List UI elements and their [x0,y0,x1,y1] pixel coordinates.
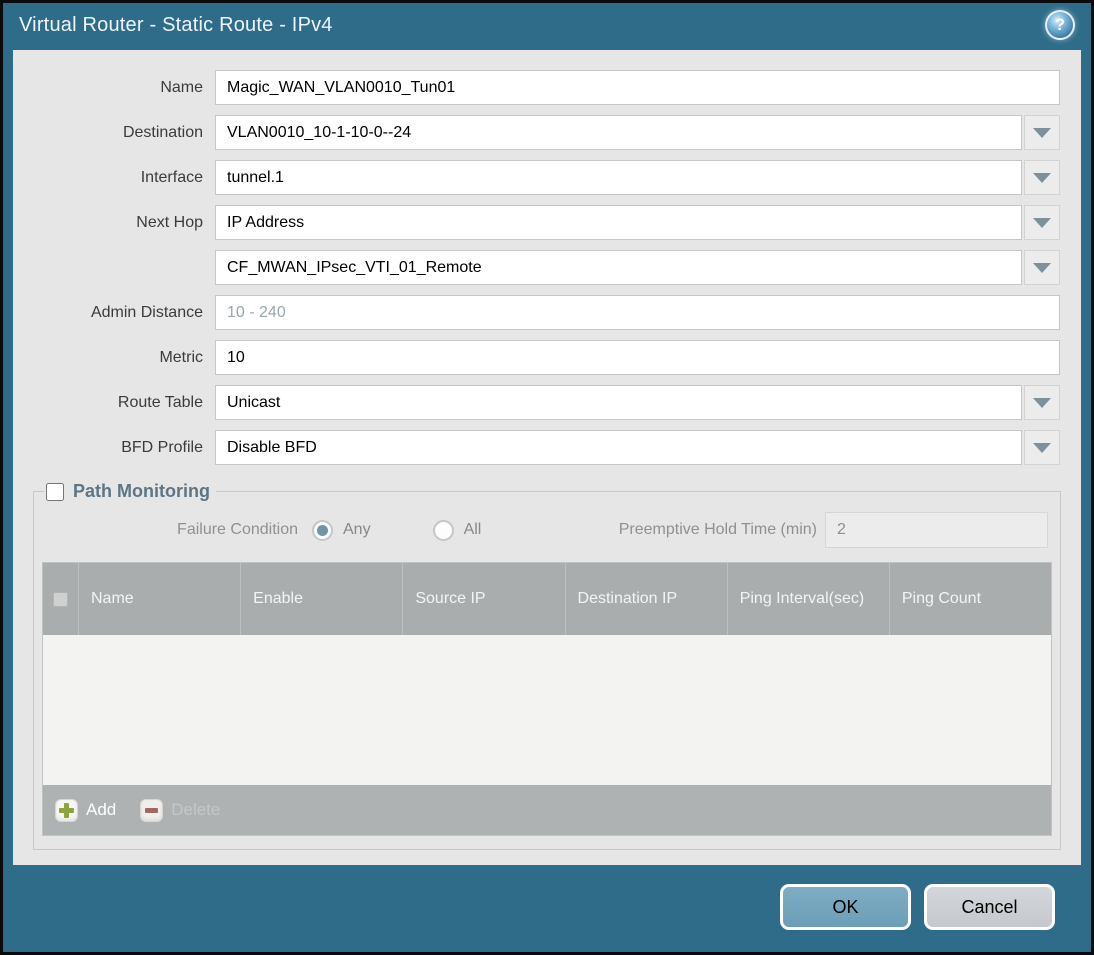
bfd-profile-value[interactable]: Disable BFD [215,430,1022,465]
failure-condition-label: Failure Condition [177,521,298,538]
bfd-profile-label: BFD Profile [121,438,203,456]
bfd-profile-dropdown-button[interactable] [1024,430,1060,465]
destination-dropdown-button[interactable] [1024,115,1060,150]
radio-all-label: All [463,521,482,538]
radio-any-group: Any [312,519,405,541]
column-header-enable: Enable [241,563,404,635]
metric-label: Metric [159,348,203,366]
failure-condition-row: Failure Condition Any All Preemptive Hol… [46,512,1048,548]
admin-distance-label: Admin Distance [90,303,203,321]
route-table-label: Route Table [117,393,203,411]
field-row-next-hop: Next Hop IP Address [34,205,1060,240]
next-hop-address-value[interactable]: CF_MWAN_IPsec_VTI_01_Remote [215,250,1022,285]
next-hop-type-dropdown-button[interactable] [1024,205,1060,240]
cancel-button[interactable]: Cancel [924,884,1055,930]
path-monitoring-table: Name Enable Source IP Destination IP Pin… [42,562,1052,836]
destination-label: Destination [122,123,203,141]
radio-all-group: All [432,519,516,541]
next-hop-type-combo[interactable]: IP Address [215,205,1060,240]
column-header-name: Name [79,563,242,635]
dialog-title: Virtual Router - Static Route - IPv4 [19,13,333,36]
destination-combo[interactable]: VLAN0010_10-1-10-0--24 [215,115,1060,150]
route-table-dropdown-button[interactable] [1024,385,1060,420]
bfd-profile-combo[interactable]: Disable BFD [215,430,1060,465]
radio-all [432,519,454,541]
field-row-interface: Interface tunnel.1 [34,160,1060,195]
destination-value[interactable]: VLAN0010_10-1-10-0--24 [215,115,1022,150]
name-label: Name [160,78,203,96]
chevron-down-icon [1033,217,1051,228]
help-icon[interactable]: ? [1045,10,1075,40]
path-monitoring-legend: Path Monitoring [44,481,216,502]
next-hop-address-dropdown-button[interactable] [1024,250,1060,285]
next-hop-address-combo[interactable]: CF_MWAN_IPsec_VTI_01_Remote [215,250,1060,285]
field-row-admin-distance: Admin Distance [34,295,1060,330]
select-all-checkbox [53,591,68,607]
field-row-name: Name [34,70,1060,105]
minus-icon [140,798,164,822]
metric-input[interactable] [215,340,1060,375]
chevron-down-icon [1033,442,1051,453]
add-button-label: Add [86,800,117,819]
column-header-ping-count: Ping Count [901,590,982,608]
radio-any-label: Any [343,521,371,538]
name-input[interactable] [215,70,1060,105]
plus-icon [55,798,78,822]
field-row-bfd-profile: BFD Profile Disable BFD [34,430,1060,465]
field-row-metric: Metric [34,340,1060,375]
table-body-empty [43,635,1051,785]
chevron-down-icon [1033,172,1051,183]
chevron-down-icon [1033,127,1051,138]
table-toolbar: Add Delete [43,785,1051,835]
field-row-destination: Destination VLAN0010_10-1-10-0--24 [34,115,1060,150]
add-button[interactable]: Add [55,798,117,822]
column-header-ping-interval: Ping Interval(sec) [728,563,890,635]
table-header-checkbox-cell [43,563,79,635]
column-header-destination-ip: Destination IP [566,563,728,635]
title-bar: Virtual Router - Static Route - IPv4 ? [3,3,1091,47]
next-hop-type-value[interactable]: IP Address [215,205,1022,240]
chevron-down-icon [1033,397,1051,408]
delete-button-label: Delete [171,800,221,819]
interface-label: Interface [140,168,203,186]
ok-button[interactable]: OK [780,884,911,930]
next-hop-label: Next Hop [136,213,203,231]
route-table-value[interactable]: Unicast [215,385,1022,420]
delete-button: Delete [140,798,221,822]
preemptive-hold-time-input [825,512,1048,548]
interface-combo[interactable]: tunnel.1 [215,160,1060,195]
static-route-dialog: Virtual Router - Static Route - IPv4 ? N… [3,3,1091,952]
preemptive-hold-time-label: Preemptive Hold Time (min) [618,521,817,538]
admin-distance-input[interactable] [215,295,1060,330]
path-monitoring-title: Path Monitoring [73,481,210,501]
column-header-source-ip: Source IP [403,563,566,635]
chevron-down-icon [1033,262,1051,273]
interface-value[interactable]: tunnel.1 [215,160,1022,195]
dialog-footer: OK Cancel [6,865,1088,949]
field-row-route-table: Route Table Unicast [34,385,1060,420]
field-row-next-hop-address: CF_MWAN_IPsec_VTI_01_Remote [34,250,1060,285]
table-header-row: Name Enable Source IP Destination IP Pin… [43,563,1051,635]
path-monitoring-checkbox[interactable] [46,482,64,501]
radio-any [312,519,333,541]
dialog-content: Name Destination VLAN0010_10-1-10-0--24 … [13,50,1081,865]
route-table-combo[interactable]: Unicast [215,385,1060,420]
interface-dropdown-button[interactable] [1024,160,1060,195]
path-monitoring-section: Path Monitoring Failure Condition Any Al… [33,481,1061,850]
